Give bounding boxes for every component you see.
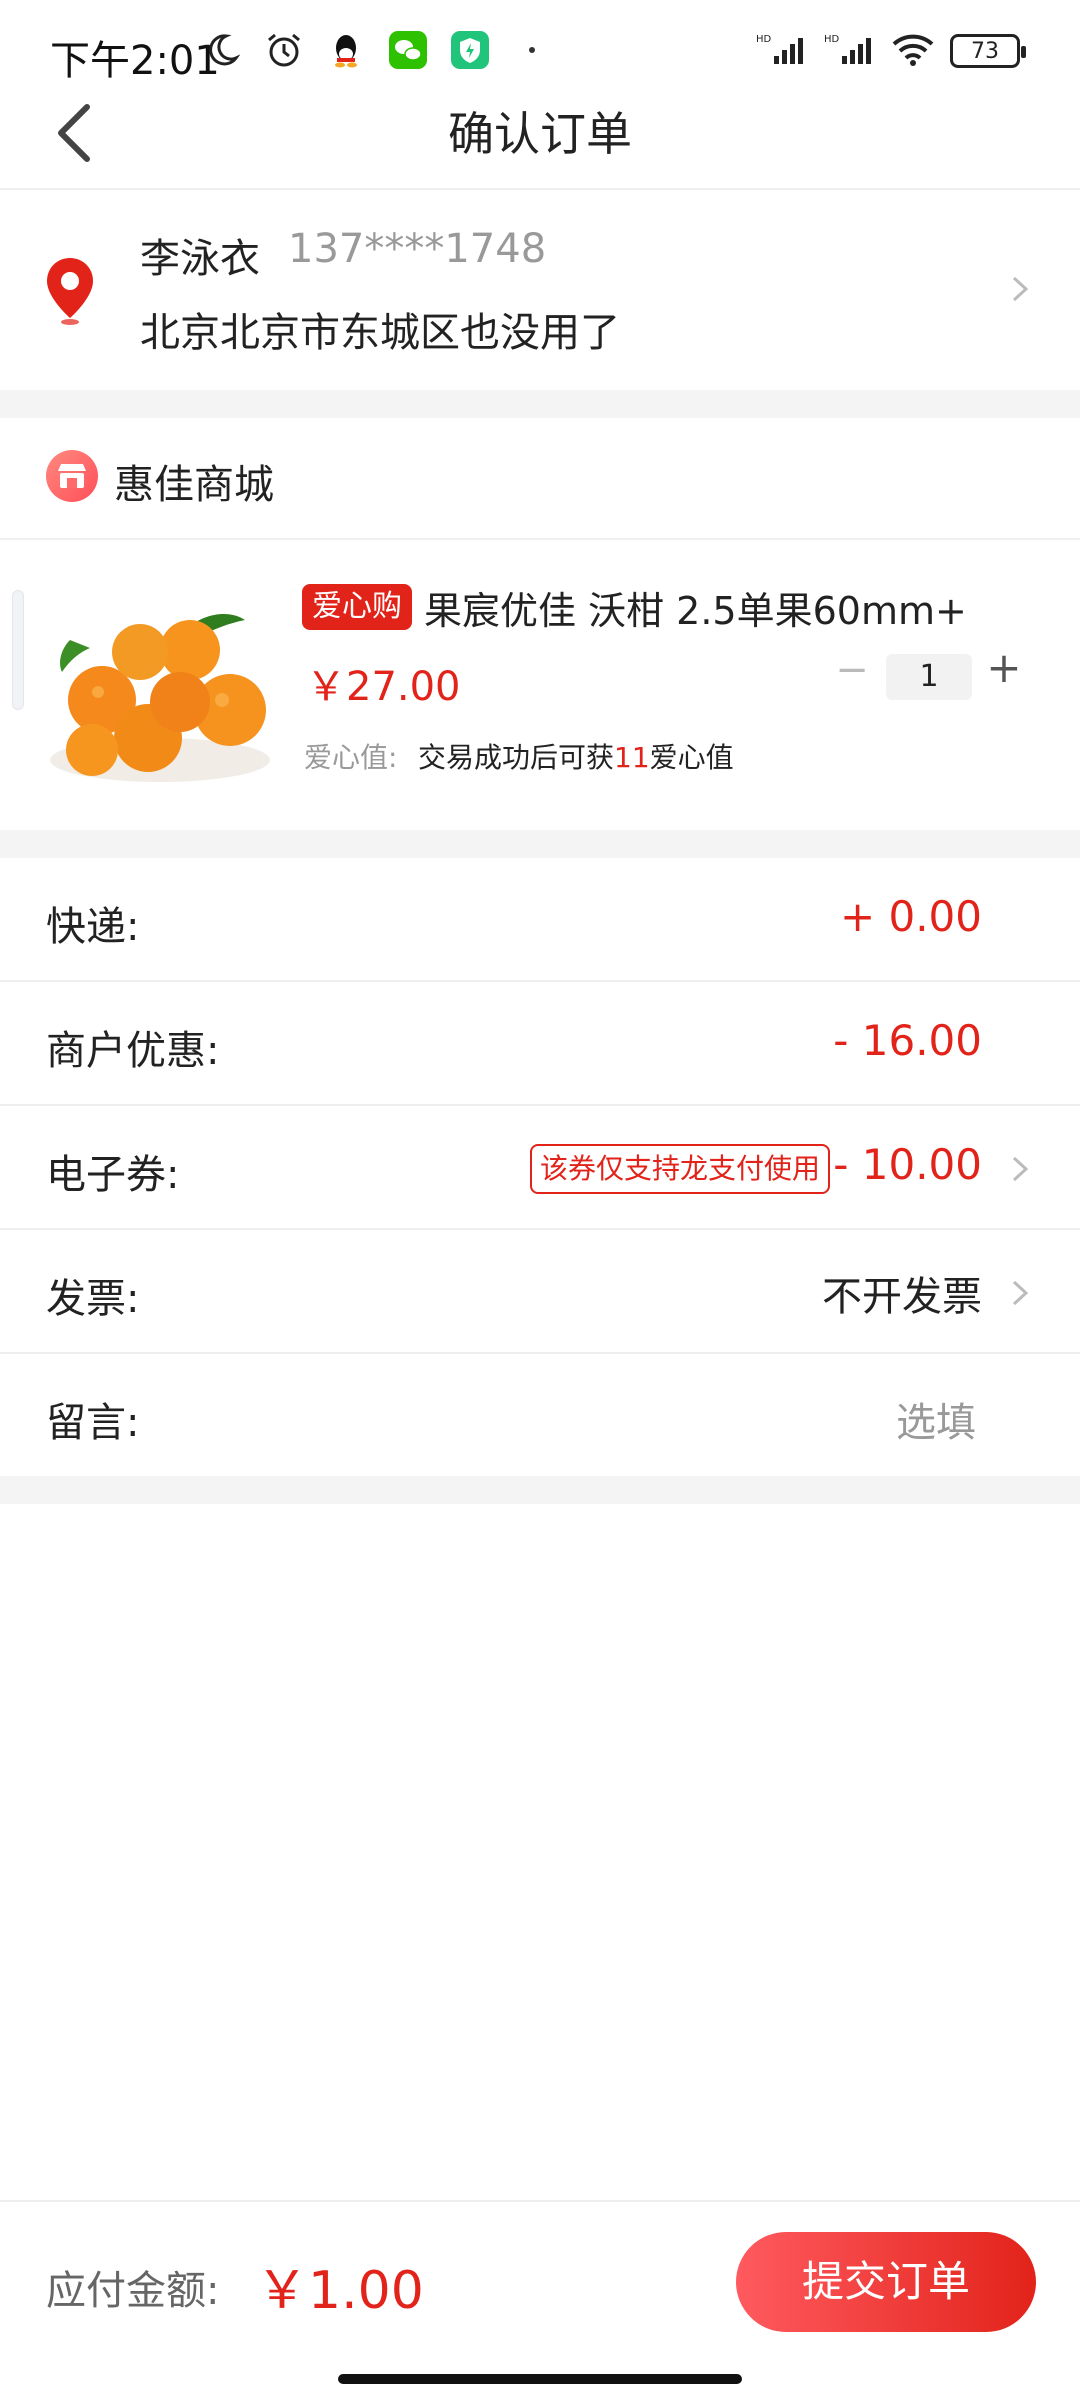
moon-icon <box>202 30 242 70</box>
quantity-decrease-button[interactable]: − <box>830 648 874 692</box>
e-coupon-value: - 10.00 <box>833 1140 982 1189</box>
status-time: 下午2:01 <box>50 38 220 84</box>
product-price: ￥27.00 <box>306 664 461 710</box>
chevron-right-icon <box>1012 1280 1029 1306</box>
section-divider <box>0 830 1080 858</box>
pay-amount-label: 应付金额: <box>46 2268 220 2314</box>
signal-icon-2: HD <box>824 32 876 70</box>
love-buy-tag: 爱心购 <box>302 584 412 630</box>
shipping-label: 快递: <box>46 904 140 950</box>
wechat-icon <box>388 30 428 70</box>
quantity-value[interactable]: 1 <box>886 654 972 700</box>
coupon-restriction-note: 该券仅支持龙支付使用 <box>529 1144 830 1194</box>
status-system-icons: HD HD 73 <box>756 32 1026 70</box>
section-divider <box>0 390 1080 418</box>
status-notification-icons <box>202 30 552 70</box>
delivery-address-card[interactable]: 李泳衣 137****1748 北京北京市东城区也没用了 <box>0 190 1080 390</box>
message-row: 留言: 选填 <box>0 1354 1080 1478</box>
recipient-phone: 137****1748 <box>288 226 547 272</box>
love-text-prefix: 交易成功后可获 <box>418 741 615 774</box>
love-points-label: 爱心值: <box>304 741 398 774</box>
dot-icon <box>512 30 552 70</box>
checkout-bar: 应付金额: ￥1.00 提交订单 <box>0 2200 1080 2400</box>
order-confirm-page: 下午2:01 HD HD 73 确认订单 李泳衣 137****1748 北京北… <box>0 0 1080 2400</box>
security-app-icon <box>450 30 490 70</box>
shipping-row: 快递: + 0.00 <box>0 858 1080 982</box>
submit-order-button[interactable]: 提交订单 <box>736 2232 1036 2332</box>
pay-amount-value: ￥1.00 <box>256 2261 424 2321</box>
message-label: 留言: <box>46 1400 140 1446</box>
shipping-fee: + 0.00 <box>839 892 982 941</box>
store-header: 惠佳商城 <box>0 418 1080 540</box>
e-coupon-row[interactable]: 电子券: 该券仅支持龙支付使用 - 10.00 <box>0 1106 1080 1230</box>
message-input[interactable]: 选填 <box>896 1390 976 1448</box>
product-item: 爱心购 果宸优佳 沃柑 2.5单果60mm+ ￥27.00 − 1 + 爱心值:… <box>0 540 1080 830</box>
page-title: 确认订单 <box>448 107 632 161</box>
section-divider <box>0 1476 1080 1504</box>
quantity-increase-button[interactable]: + <box>982 646 1026 690</box>
wifi-icon <box>892 32 934 70</box>
recipient-name: 李泳衣 <box>140 236 260 282</box>
location-pin-icon <box>44 256 96 330</box>
product-name: 果宸优佳 沃柑 2.5单果60mm+ <box>424 589 967 633</box>
merchant-discount-label: 商户优惠: <box>46 1028 220 1074</box>
love-points-text: 交易成功后可获11爱心值 <box>418 736 734 776</box>
chevron-right-icon <box>1012 1156 1029 1182</box>
product-image <box>50 614 270 782</box>
love-text-suffix: 爱心值 <box>649 741 734 774</box>
store-name: 惠佳商城 <box>114 462 274 508</box>
side-handle <box>12 590 24 710</box>
chevron-right-icon <box>1012 276 1029 302</box>
alarm-icon <box>264 30 304 70</box>
top-nav-bar: 确认订单 <box>0 80 1080 190</box>
address-detail: 北京北京市东城区也没用了 <box>140 310 620 356</box>
invoice-value: 不开发票 <box>822 1274 982 1320</box>
battery-indicator: 73 <box>950 34 1026 68</box>
store-icon <box>46 450 98 502</box>
hd-label-1: HD <box>756 34 772 45</box>
love-points-value: 11 <box>614 741 650 774</box>
e-coupon-label: 电子券: <box>46 1152 180 1198</box>
invoice-label: 发票: <box>46 1276 140 1322</box>
invoice-row[interactable]: 发票: 不开发票 <box>0 1230 1080 1354</box>
qq-icon <box>326 30 366 70</box>
signal-icon: HD <box>756 32 808 70</box>
hd-label-2: HD <box>824 34 840 45</box>
merchant-discount-row: 商户优惠: - 16.00 <box>0 982 1080 1106</box>
home-indicator[interactable] <box>338 2374 742 2384</box>
merchant-discount-value: - 16.00 <box>833 1016 982 1065</box>
